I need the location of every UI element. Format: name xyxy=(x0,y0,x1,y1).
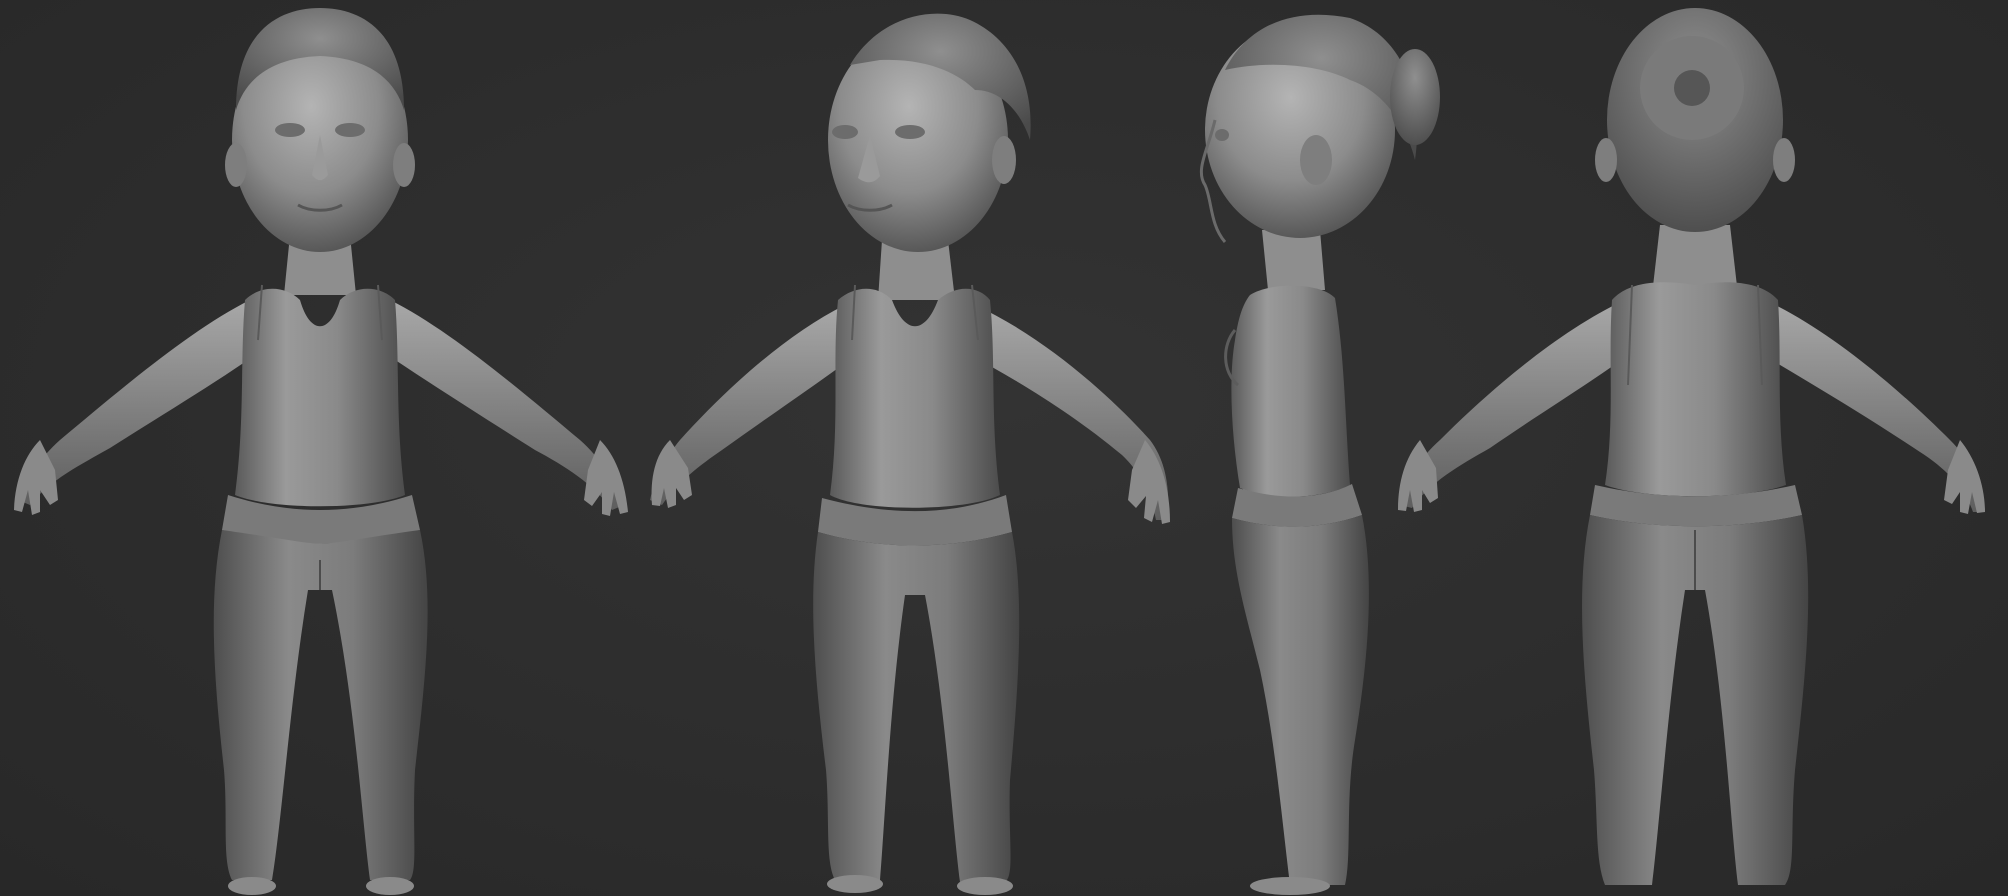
hair-bun-center xyxy=(1674,70,1710,106)
left-eye xyxy=(832,125,858,139)
foot xyxy=(1250,877,1330,895)
right-eye xyxy=(335,123,365,137)
sculpt-viewport[interactable] xyxy=(0,0,2008,896)
tank-top xyxy=(830,288,1000,508)
right-eye xyxy=(895,125,925,139)
side-view-figure xyxy=(1199,14,1440,895)
left-foot xyxy=(827,875,883,893)
neck xyxy=(1262,230,1325,290)
tank-top xyxy=(1231,285,1350,497)
right-foot xyxy=(957,877,1013,895)
three-quarter-view-figure xyxy=(650,13,1170,895)
left-ear xyxy=(225,143,247,187)
eye xyxy=(1215,129,1229,141)
front-view-figure xyxy=(14,8,628,895)
tank-top xyxy=(235,288,405,507)
ear xyxy=(1300,135,1332,185)
right-ear xyxy=(1773,138,1795,182)
back-view-figure xyxy=(1398,8,1985,885)
right-ear xyxy=(992,136,1016,184)
left-ear xyxy=(1595,138,1617,182)
hair-bun xyxy=(1390,49,1440,145)
pants xyxy=(813,532,1020,882)
left-foot xyxy=(228,877,276,895)
right-foot xyxy=(366,877,414,895)
pants xyxy=(1232,515,1369,885)
turnaround-canvas xyxy=(14,8,1985,895)
left-eye xyxy=(275,123,305,137)
right-ear xyxy=(393,143,415,187)
